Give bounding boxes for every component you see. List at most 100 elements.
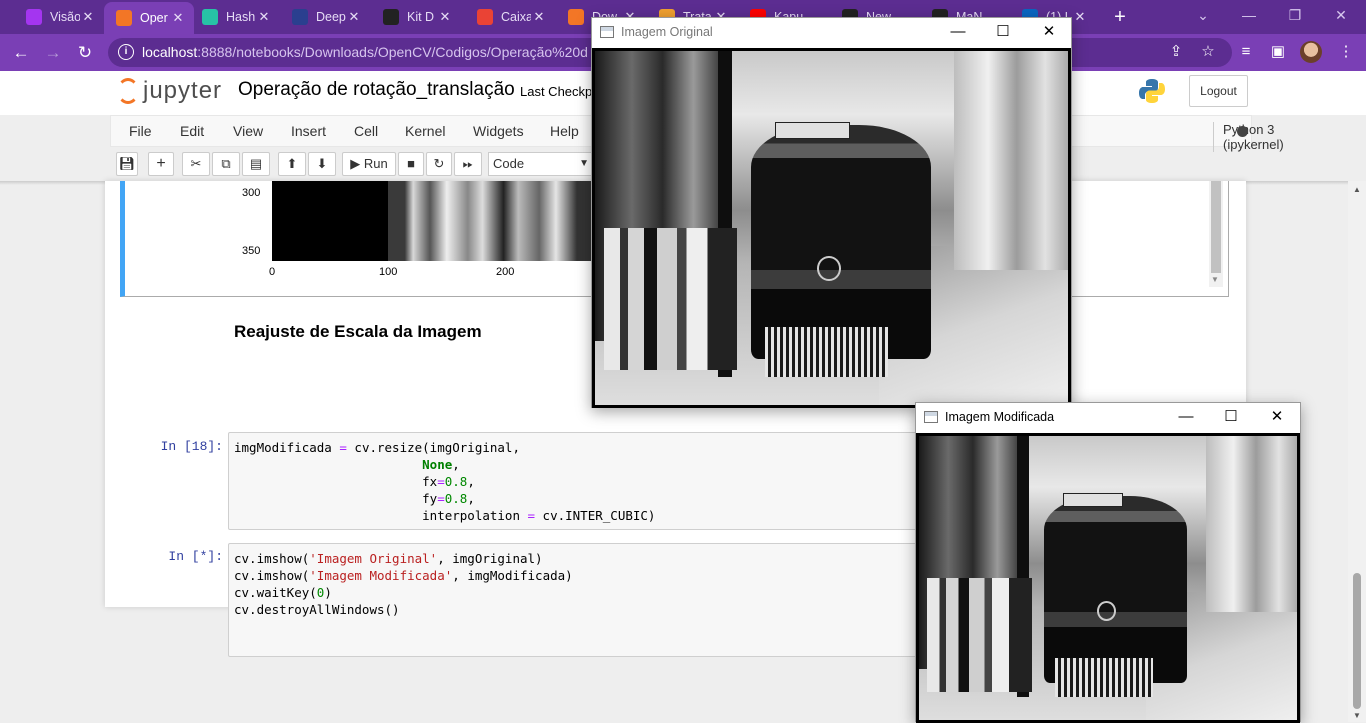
window-titlebar[interactable]: Imagem Modificada — ☐ ✕	[916, 403, 1300, 433]
close-icon[interactable]: ✕	[1039, 22, 1059, 42]
cell-prompt: In [18]:	[160, 439, 223, 454]
run-button[interactable]: ▶ Run	[342, 152, 396, 176]
tab-1[interactable]: Oper ✕	[104, 2, 194, 34]
forward-icon[interactable]: →	[40, 40, 66, 66]
y-tick: 300	[242, 187, 261, 199]
tab-title: Oper	[140, 11, 168, 25]
x-tick: 100	[379, 266, 398, 278]
opencv-window-original[interactable]: Imagem Original — ☐ ✕	[591, 17, 1072, 408]
reload-icon[interactable]: ↻	[72, 40, 98, 66]
gmail-icon	[477, 9, 493, 25]
menu-file[interactable]: File	[129, 123, 152, 139]
output-scrollbar[interactable]: ▼	[1209, 181, 1223, 287]
opencv-window-modified[interactable]: Imagem Modificada — ☐ ✕	[915, 402, 1301, 723]
maximize-icon[interactable]: ☐	[993, 22, 1013, 42]
menu-cell[interactable]: Cell	[354, 123, 378, 139]
profile-avatar[interactable]	[1300, 41, 1322, 63]
tab-5[interactable]: Caixa ✕	[465, 4, 555, 30]
paste-icon[interactable]: ▤	[242, 152, 270, 176]
insert-cell-icon[interactable]: +	[148, 152, 174, 176]
tab-close-icon[interactable]: ✕	[346, 9, 362, 25]
logout-button[interactable]: Logout	[1189, 75, 1248, 107]
bookmark-star-icon[interactable]: ☆	[1196, 40, 1220, 64]
tab-title: Hash	[226, 10, 256, 24]
close-icon[interactable]: ✕	[1318, 0, 1364, 30]
copy-icon[interactable]: ⧉	[212, 152, 240, 176]
y-tick: 350	[242, 245, 261, 257]
scroll-up-icon[interactable]: ▲	[1353, 185, 1361, 194]
browser-menu-icon[interactable]: ⋮	[1334, 40, 1358, 64]
window-title: Imagem Modificada	[945, 410, 1055, 424]
interrupt-icon[interactable]: ■	[398, 152, 424, 176]
minimize-icon[interactable]: —	[948, 22, 968, 42]
move-up-icon[interactable]: ⬆	[278, 152, 306, 176]
tab-close-icon[interactable]: ✕	[80, 9, 96, 25]
maximize-icon[interactable]: ☐	[1221, 407, 1241, 427]
cut-icon[interactable]: ✂	[182, 152, 210, 176]
tab-close-icon[interactable]: ✕	[531, 9, 547, 25]
jupyter-logo-icon	[117, 78, 139, 104]
tab-close-icon[interactable]: ✕	[256, 9, 272, 25]
lightning-icon	[383, 9, 399, 25]
tab-search-icon[interactable]: ⌄	[1180, 0, 1226, 30]
tab-title: Visão	[50, 10, 80, 24]
kernel-busy-icon	[1237, 126, 1248, 137]
jupyter-icon	[568, 9, 584, 25]
hashtag-icon	[202, 9, 218, 25]
tab-0[interactable]: Visão ✕	[14, 4, 104, 30]
share-icon[interactable]: ⇪	[1164, 40, 1188, 64]
tab-title: Deep	[316, 10, 346, 24]
window-titlebar[interactable]: Imagem Original — ☐ ✕	[592, 18, 1071, 48]
run-icon: ▶	[350, 156, 361, 171]
hourglass-icon	[116, 10, 132, 26]
page-scrollbar[interactable]: ▲ ▼	[1348, 181, 1366, 722]
scrollbar-thumb[interactable]	[1353, 573, 1361, 709]
menu-edit[interactable]: Edit	[180, 123, 204, 139]
tab-4[interactable]: Kit D ✕	[371, 4, 461, 30]
tab-3[interactable]: Deep ✕	[280, 4, 370, 30]
x-tick: 0	[269, 266, 276, 278]
back-icon[interactable]: ←	[8, 40, 34, 66]
menu-insert[interactable]: Insert	[291, 123, 326, 139]
tab-2[interactable]: Hash ✕	[190, 4, 280, 30]
menu-view[interactable]: View	[233, 123, 263, 139]
menu-widgets[interactable]: Widgets	[473, 123, 524, 139]
new-tab-button[interactable]: +	[1108, 4, 1132, 30]
save-icon[interactable]: 💾︎	[116, 152, 138, 176]
minimize-icon[interactable]: —	[1176, 407, 1196, 427]
kernel-indicator: Python 3 (ipykernel)	[1213, 122, 1284, 152]
reading-list-icon[interactable]: ≡	[1234, 40, 1258, 64]
restart-icon[interactable]: ↻	[426, 152, 452, 176]
side-panel-icon[interactable]: ▣	[1266, 40, 1290, 64]
cell-prompt: In [*]:	[168, 549, 223, 564]
udemy-icon	[26, 9, 42, 25]
url-text: localhost:8888/notebooks/Downloads/OpenC…	[142, 44, 588, 60]
window-app-icon	[600, 26, 614, 38]
deepnote-icon	[292, 9, 308, 25]
tab-close-icon[interactable]: ✕	[437, 9, 453, 25]
modified-image	[916, 433, 1300, 723]
jupyter-logo[interactable]: jupyter	[117, 77, 222, 105]
browser-window: Visão✕Oper✕Hash✕Deep✕Kit D✕Caixa✕Dow✕Tra…	[0, 0, 1366, 723]
menu-help[interactable]: Help	[550, 123, 579, 139]
tab-close-icon[interactable]: ✕	[170, 10, 186, 26]
restore-icon[interactable]: ❐	[1272, 0, 1318, 30]
site-info-icon[interactable]: i	[118, 44, 134, 60]
tab-title: Caixa	[501, 10, 531, 24]
scroll-down-icon[interactable]: ▼	[1353, 711, 1361, 720]
tab-title: Kit D	[407, 10, 435, 24]
notebook-name[interactable]: Operação de rotação_translação	[238, 79, 515, 101]
close-icon[interactable]: ✕	[1267, 407, 1287, 427]
chevron-down-icon: ▼	[579, 158, 589, 169]
markdown-heading: Reajuste de Escala da Imagem	[234, 322, 482, 341]
checkpoint-status: Last Checkp	[520, 84, 593, 99]
x-tick: 200	[496, 266, 515, 278]
move-down-icon[interactable]: ⬇	[308, 152, 336, 176]
menu-kernel[interactable]: Kernel	[405, 123, 445, 139]
window-app-icon	[924, 411, 938, 423]
minimize-icon[interactable]: —	[1226, 0, 1272, 30]
tab-close-icon[interactable]: ✕	[1072, 9, 1088, 25]
cell-type-select[interactable]: Code ▼	[488, 152, 594, 176]
restart-run-all-icon[interactable]: ⏩︎	[454, 152, 482, 176]
notebook-toolbar: 💾︎ + ✂ ⧉ ▤ ⬆ ⬇ ▶ Run ■ ↻ ⏩︎ Code ▼	[110, 148, 600, 180]
